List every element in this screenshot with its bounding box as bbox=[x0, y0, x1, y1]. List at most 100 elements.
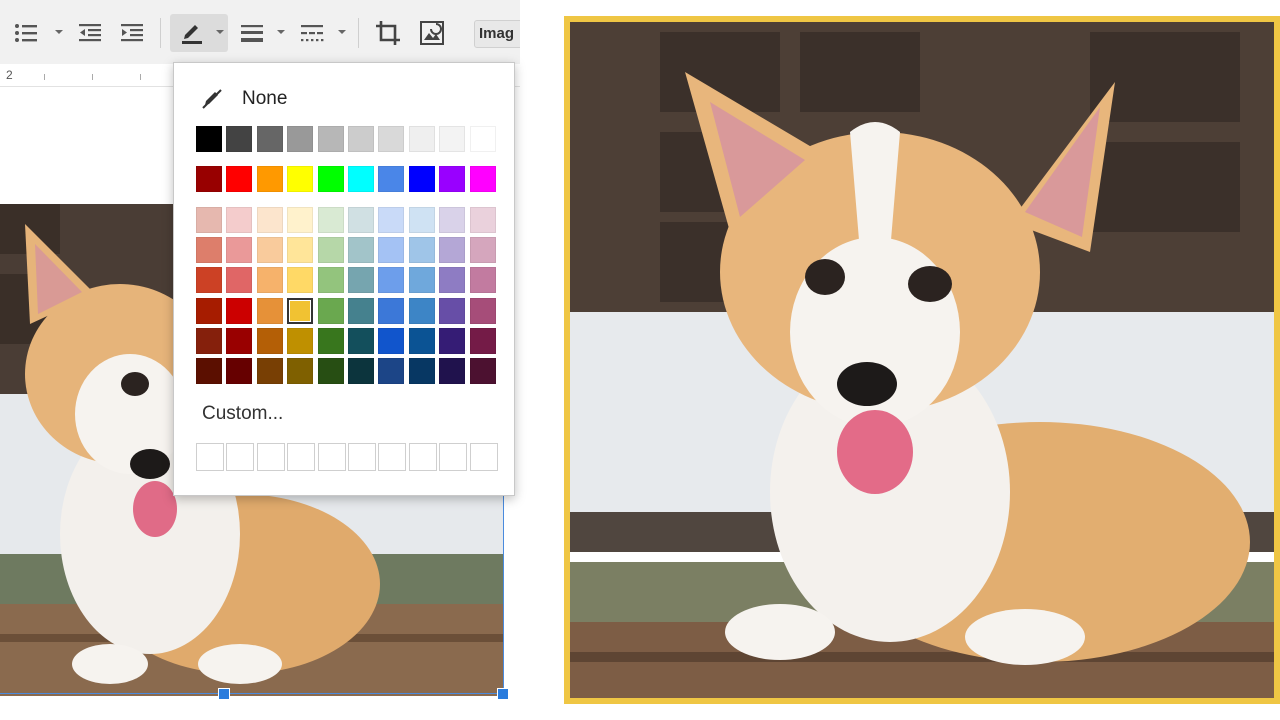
color-swatch[interactable] bbox=[317, 267, 344, 294]
color-swatch[interactable] bbox=[287, 297, 314, 324]
custom-color-slot[interactable] bbox=[378, 443, 407, 471]
color-swatch[interactable] bbox=[196, 297, 222, 324]
color-swatch[interactable] bbox=[226, 207, 253, 233]
color-swatch[interactable] bbox=[408, 237, 435, 264]
color-swatch[interactable] bbox=[439, 358, 466, 384]
color-swatch[interactable] bbox=[439, 267, 466, 294]
color-swatch[interactable] bbox=[256, 358, 283, 384]
crop-image-button[interactable] bbox=[370, 14, 406, 52]
color-swatch[interactable] bbox=[439, 166, 466, 192]
color-swatch[interactable] bbox=[469, 237, 496, 264]
decrease-indent-button[interactable] bbox=[72, 14, 108, 52]
color-swatch[interactable] bbox=[226, 166, 253, 192]
color-swatch[interactable] bbox=[256, 207, 283, 233]
color-swatch[interactable] bbox=[439, 297, 466, 324]
color-swatch[interactable] bbox=[408, 297, 435, 324]
custom-color-slot[interactable] bbox=[196, 443, 224, 471]
color-swatch[interactable] bbox=[469, 297, 496, 324]
color-swatch[interactable] bbox=[348, 327, 374, 354]
color-swatch[interactable] bbox=[287, 237, 314, 264]
color-swatch[interactable] bbox=[378, 237, 405, 264]
reset-image-button[interactable] bbox=[414, 14, 450, 52]
color-swatch[interactable] bbox=[378, 207, 405, 233]
color-swatch[interactable] bbox=[196, 327, 222, 354]
color-swatch[interactable] bbox=[378, 327, 405, 354]
color-swatch[interactable] bbox=[287, 327, 314, 354]
color-swatch[interactable] bbox=[317, 358, 344, 384]
color-swatch[interactable] bbox=[439, 327, 466, 354]
custom-color-link[interactable]: Custom... bbox=[202, 403, 283, 425]
increase-indent-button[interactable] bbox=[114, 14, 150, 52]
color-swatch[interactable] bbox=[469, 126, 496, 152]
color-swatch[interactable] bbox=[196, 207, 222, 233]
list-style-caret[interactable] bbox=[55, 30, 63, 34]
color-swatch[interactable] bbox=[226, 327, 253, 354]
color-swatch[interactable] bbox=[469, 267, 496, 294]
custom-color-slot[interactable] bbox=[256, 443, 285, 471]
color-swatch[interactable] bbox=[256, 166, 283, 192]
custom-color-slot[interactable] bbox=[408, 443, 437, 471]
color-swatch[interactable] bbox=[226, 297, 253, 324]
border-dash-caret[interactable] bbox=[338, 30, 346, 34]
color-swatch[interactable] bbox=[348, 166, 374, 192]
color-swatch[interactable] bbox=[408, 207, 435, 233]
color-swatch[interactable] bbox=[226, 267, 253, 294]
color-swatch[interactable] bbox=[408, 358, 435, 384]
color-swatch[interactable] bbox=[439, 126, 466, 152]
color-swatch[interactable] bbox=[348, 358, 374, 384]
color-swatch[interactable] bbox=[256, 126, 283, 152]
custom-color-slot[interactable] bbox=[226, 443, 255, 471]
color-swatch[interactable] bbox=[408, 126, 435, 152]
color-swatch[interactable] bbox=[408, 166, 435, 192]
color-swatch[interactable] bbox=[408, 267, 435, 294]
color-swatch[interactable] bbox=[196, 237, 222, 264]
color-swatch[interactable] bbox=[408, 327, 435, 354]
color-swatch[interactable] bbox=[317, 327, 344, 354]
color-swatch[interactable] bbox=[256, 327, 283, 354]
color-swatch[interactable] bbox=[256, 237, 283, 264]
color-swatch[interactable] bbox=[287, 126, 314, 152]
resize-handle-bottom[interactable] bbox=[218, 688, 230, 700]
color-swatch[interactable] bbox=[348, 126, 374, 152]
color-swatch[interactable] bbox=[378, 267, 405, 294]
color-swatch[interactable] bbox=[287, 207, 314, 233]
color-swatch[interactable] bbox=[439, 207, 466, 233]
color-swatch[interactable] bbox=[348, 207, 374, 233]
color-swatch[interactable] bbox=[287, 267, 314, 294]
color-swatch[interactable] bbox=[317, 297, 344, 324]
bulleted-list-button[interactable] bbox=[8, 14, 44, 52]
color-swatch[interactable] bbox=[469, 358, 496, 384]
color-swatch[interactable] bbox=[378, 358, 405, 384]
border-weight-caret[interactable] bbox=[277, 30, 285, 34]
custom-color-slot[interactable] bbox=[439, 443, 468, 471]
color-swatch[interactable] bbox=[348, 237, 374, 264]
color-swatch[interactable] bbox=[317, 207, 344, 233]
border-weight-button[interactable] bbox=[234, 14, 270, 52]
custom-color-slot[interactable] bbox=[287, 443, 316, 471]
color-swatch[interactable] bbox=[317, 237, 344, 264]
color-swatch[interactable] bbox=[196, 358, 222, 384]
color-swatch[interactable] bbox=[256, 297, 283, 324]
color-swatch[interactable] bbox=[196, 267, 222, 294]
color-swatch[interactable] bbox=[348, 297, 374, 324]
custom-color-slot[interactable] bbox=[469, 443, 498, 471]
color-swatch[interactable] bbox=[439, 237, 466, 264]
image-options-button[interactable]: Imag bbox=[474, 20, 520, 48]
color-swatch[interactable] bbox=[469, 166, 496, 192]
custom-color-slot[interactable] bbox=[348, 443, 376, 471]
border-dash-button[interactable] bbox=[294, 14, 330, 52]
color-swatch[interactable] bbox=[226, 358, 253, 384]
color-swatch[interactable] bbox=[287, 358, 314, 384]
color-swatch[interactable] bbox=[469, 327, 496, 354]
color-swatch[interactable] bbox=[226, 126, 253, 152]
resize-handle-bottom-right[interactable] bbox=[497, 688, 509, 700]
color-swatch[interactable] bbox=[317, 126, 344, 152]
color-swatch[interactable] bbox=[256, 267, 283, 294]
custom-color-slot[interactable] bbox=[317, 443, 346, 471]
color-swatch[interactable] bbox=[348, 267, 374, 294]
color-swatch[interactable] bbox=[287, 166, 314, 192]
none-option[interactable]: None bbox=[200, 85, 287, 113]
color-swatch[interactable] bbox=[196, 126, 222, 152]
color-swatch[interactable] bbox=[226, 237, 253, 264]
color-swatch[interactable] bbox=[317, 166, 344, 192]
